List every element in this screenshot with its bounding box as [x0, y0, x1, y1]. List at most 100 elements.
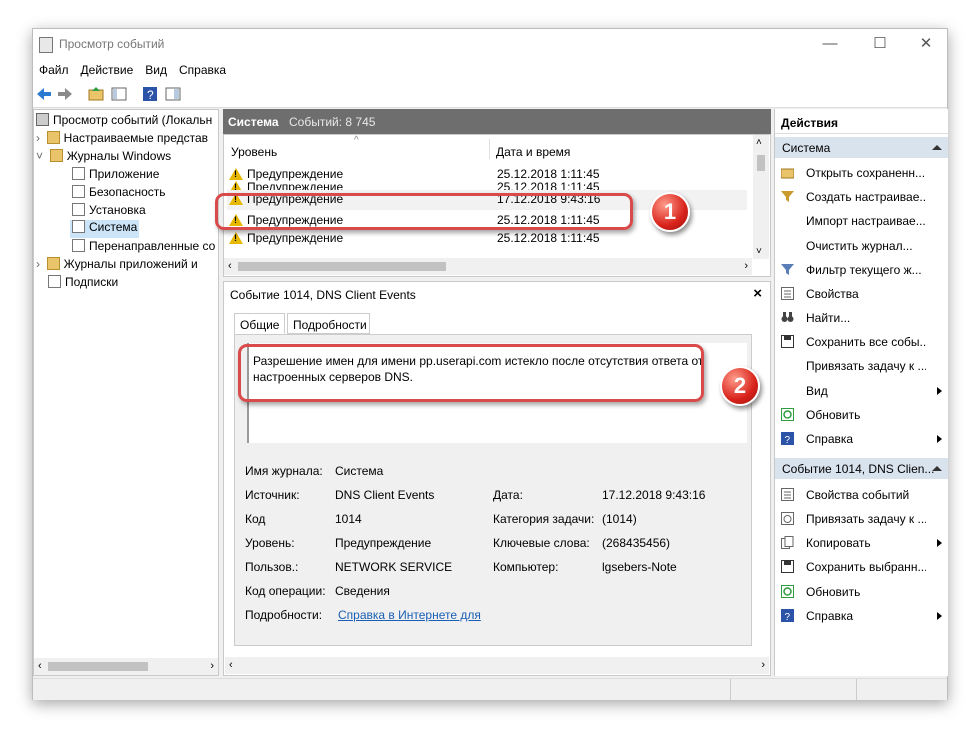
events-vertical-scrollbar[interactable]: ˄ ˅ [753, 135, 769, 259]
online-help-link[interactable]: Справка в Интернете для [338, 608, 481, 622]
folder-icon [46, 131, 60, 144]
event-viewer-icon [36, 113, 49, 126]
tree-item-system[interactable]: Система [70, 220, 140, 238]
tree-item-subscriptions[interactable]: Подписки [48, 275, 118, 293]
tab-details[interactable]: Подробности [287, 313, 370, 334]
opcode-label: Код операции: [245, 584, 326, 598]
menu-file[interactable]: Файл [33, 59, 75, 77]
collapse-icon[interactable] [932, 145, 942, 150]
binoculars-icon [781, 312, 794, 322]
actions-pane: Действия Система Открыть сохраненн... Со… [774, 109, 948, 676]
collapse-icon[interactable] [932, 466, 942, 471]
console-tree-icon[interactable] [110, 85, 128, 103]
detail-horizontal-scrollbar[interactable]: ‹ › [225, 657, 769, 674]
tab-general[interactable]: Общие [234, 313, 285, 334]
column-divider [489, 139, 490, 159]
window-title: Просмотр событий [59, 37, 165, 51]
tree-item-forwarded-events[interactable]: Перенаправленные со [72, 239, 218, 257]
scroll-left-icon[interactable]: ‹ [228, 260, 232, 272]
action-save-selected[interactable]: Сохранить выбранн... [775, 555, 948, 579]
task-category-value: (1014) [602, 512, 637, 526]
properties-icon [781, 287, 794, 300]
menu-help[interactable]: Справка [173, 59, 232, 77]
source-label: Источник: [245, 488, 300, 502]
scroll-right-icon[interactable]: › [744, 260, 748, 272]
close-detail-icon[interactable]: × [753, 285, 762, 302]
help-icon: ? [781, 609, 794, 622]
event-detail-pane: Событие 1014, DNS Client Events × Общие … [223, 281, 771, 676]
folder-up-icon[interactable] [87, 85, 105, 103]
action-create-custom-view[interactable]: Создать настраивае... [775, 185, 948, 209]
log-icon [72, 185, 85, 198]
tree-item-custom-views[interactable]: › Настраиваемые представ [36, 131, 208, 149]
tree-item-app-services-logs[interactable]: › Журналы приложений и [36, 257, 218, 275]
title-bar: Просмотр событий — ☐ ✕ [33, 29, 947, 59]
action-help[interactable]: ? Справка [775, 427, 948, 451]
column-level[interactable]: Уровень [231, 145, 277, 159]
action-properties[interactable]: Свойства [775, 282, 948, 306]
action-attach-task[interactable]: Привязать задачу к ... [775, 354, 948, 378]
tree-horizontal-scrollbar[interactable]: ‹ › [34, 658, 218, 675]
events-horizontal-scrollbar[interactable]: ‹ › [224, 258, 752, 275]
minimize-button[interactable]: — [813, 29, 847, 59]
action-filter-current-log[interactable]: Фильтр текущего ж... [775, 258, 948, 282]
scroll-right-icon[interactable]: › [761, 659, 765, 671]
back-arrow-icon[interactable] [35, 85, 53, 103]
tree-item-security[interactable]: Безопасность [72, 185, 166, 203]
copy-icon [781, 536, 794, 549]
tree-item-application[interactable]: Приложение [72, 167, 159, 185]
submenu-arrow-icon [937, 435, 942, 443]
action-refresh-event[interactable]: Обновить [775, 580, 948, 604]
more-info-label: Подробности: [245, 608, 323, 622]
action-import-custom-view[interactable]: Импорт настраивае... [775, 209, 948, 233]
maximize-button[interactable]: ☐ [863, 29, 897, 59]
task-category-label: Категория задачи: [493, 512, 595, 526]
scroll-left-icon[interactable]: ‹ [38, 660, 42, 672]
scroll-thumb[interactable] [238, 262, 446, 271]
help-icon[interactable]: ? [141, 85, 159, 103]
tree-item-setup[interactable]: Установка [72, 203, 146, 221]
forward-arrow-icon[interactable] [56, 85, 74, 103]
close-button[interactable]: ✕ [909, 29, 943, 59]
folder-icon [49, 149, 63, 162]
action-open-saved-log[interactable]: Открыть сохраненн... [775, 161, 948, 185]
action-help-event[interactable]: ? Справка [775, 604, 948, 628]
status-bar [33, 678, 947, 700]
scroll-up-icon[interactable]: ˄ [756, 137, 762, 148]
menu-action[interactable]: Действие [75, 59, 140, 77]
event-count: Событий: 8 745 [289, 115, 376, 129]
tree-item-windows-logs[interactable]: ˅ Журналы Windows [36, 149, 171, 167]
help-icon: ? [781, 432, 794, 445]
scroll-right-icon[interactable]: › [210, 660, 214, 672]
event-row[interactable]: Предупреждение25.12.2018 1:11:45 [229, 178, 747, 190]
action-view[interactable]: Вид [775, 379, 948, 403]
actions-title: Действия [775, 109, 948, 134]
actions-section-system[interactable]: Система [775, 137, 948, 158]
action-refresh[interactable]: Обновить [775, 403, 948, 427]
action-pane-icon[interactable] [164, 85, 182, 103]
actions-section-event[interactable]: Событие 1014, DNS Clien... [775, 458, 948, 479]
action-save-all-events[interactable]: Сохранить все собы... [775, 330, 948, 354]
log-icon [72, 167, 85, 180]
opcode-value: Сведения [335, 584, 390, 598]
code-value: 1014 [335, 512, 362, 526]
action-attach-task-event[interactable]: Привязать задачу к ... [775, 507, 948, 531]
menu-view[interactable]: Вид [139, 59, 173, 77]
scroll-thumb[interactable] [48, 662, 148, 671]
action-find[interactable]: Найти... [775, 306, 948, 330]
event-detail-title: Событие 1014, DNS Client Events [230, 288, 416, 302]
scroll-thumb[interactable] [757, 155, 765, 171]
scroll-left-icon[interactable]: ‹ [229, 659, 233, 671]
tree-root[interactable]: Просмотр событий (Локальн [36, 113, 212, 131]
log-icon [72, 203, 85, 216]
scroll-down-icon[interactable]: ˅ [756, 246, 762, 257]
submenu-arrow-icon [937, 387, 942, 395]
log-name-label: Имя журнала: [245, 464, 323, 478]
action-event-properties[interactable]: Свойства событий [775, 483, 948, 507]
action-clear-log[interactable]: Очистить журнал... [775, 234, 948, 258]
date-label: Дата: [493, 488, 523, 502]
column-date[interactable]: Дата и время [496, 145, 570, 159]
keywords-value: (268435456) [602, 536, 671, 550]
action-copy[interactable]: Копировать [775, 531, 948, 555]
warning-icon [229, 181, 243, 190]
